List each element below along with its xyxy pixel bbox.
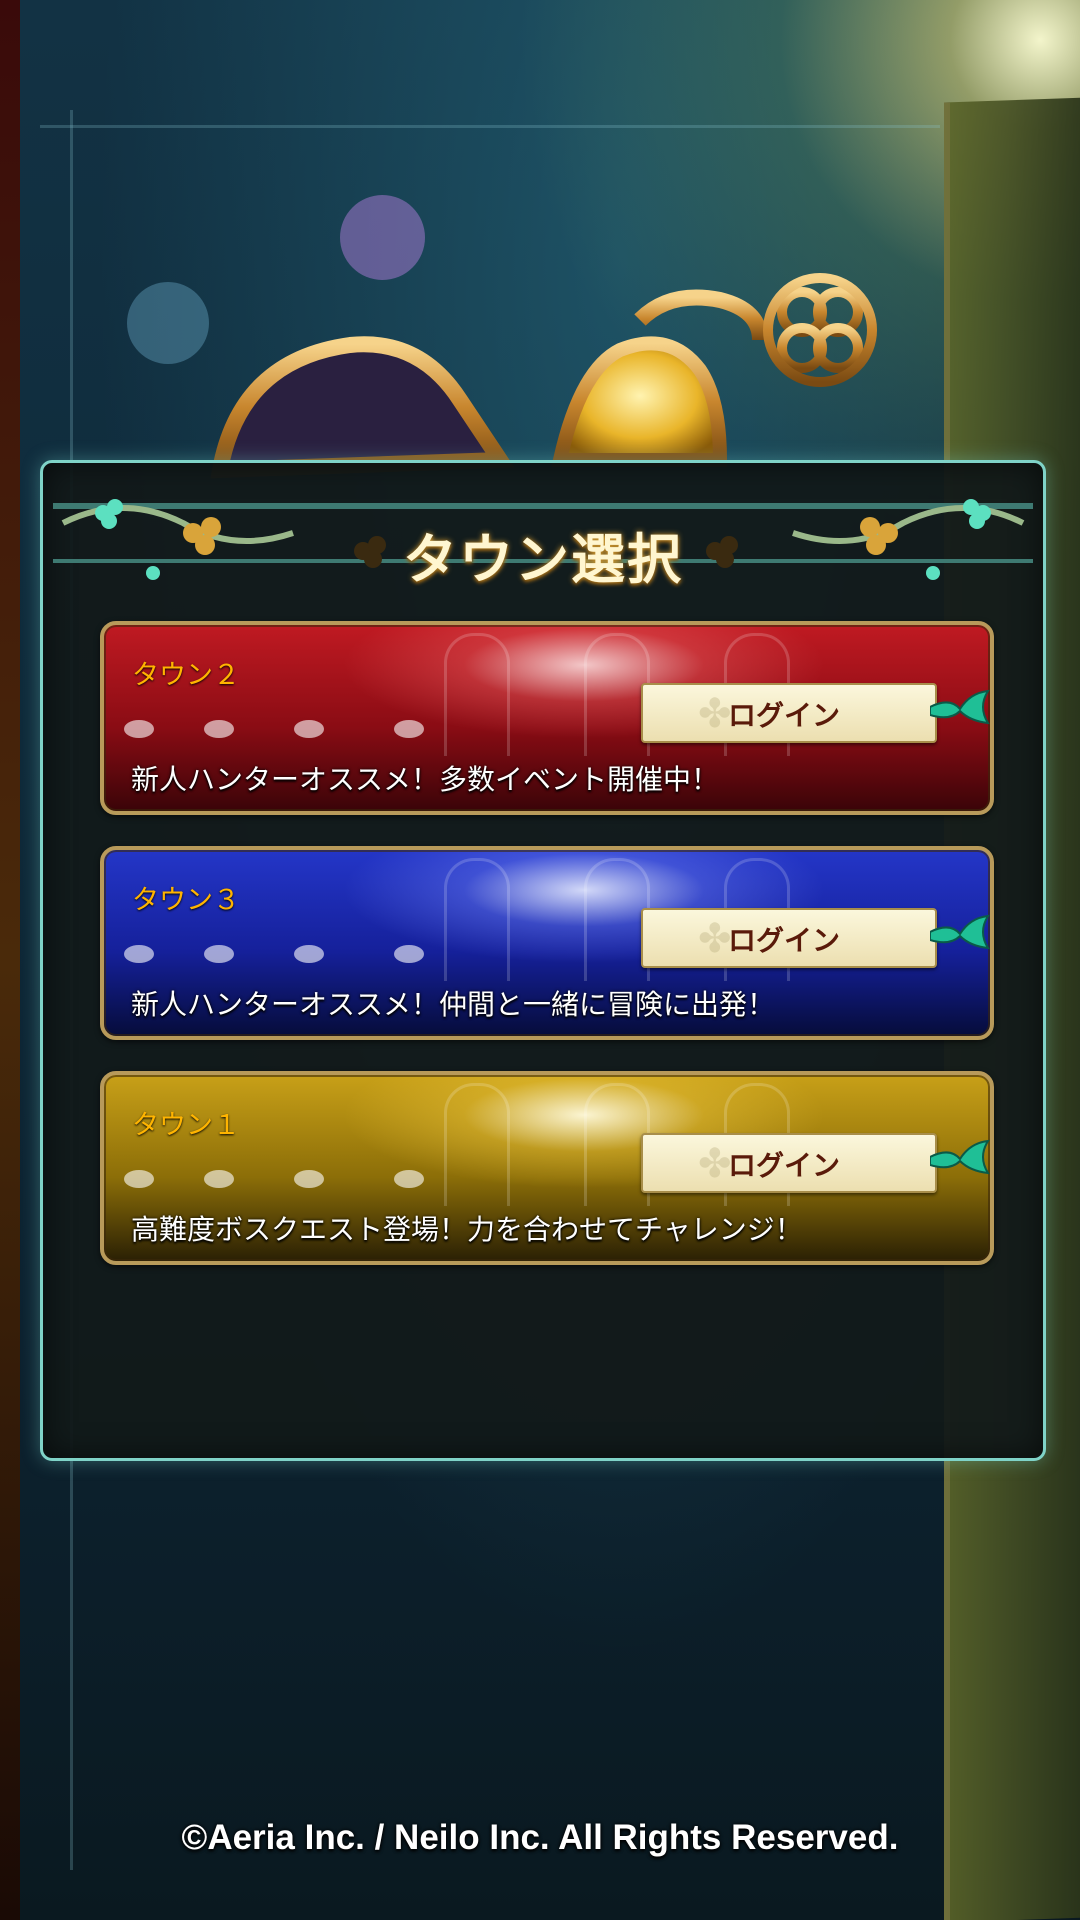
copyright-notice: ©Aeria Inc. / Neilo Inc. All Rights Rese… (181, 1818, 899, 1857)
light-dot (394, 945, 424, 963)
login-button[interactable]: ✤ ログイン (641, 683, 937, 743)
light-dot (124, 1170, 154, 1188)
town-select-screen: タウン選択 タウン２ ✤ ログイン 新人ハンターオススメ！多数イベント開催中！ (0, 0, 1080, 1920)
login-label: ログイン (727, 699, 840, 732)
town-card-2[interactable]: タウン２ ✤ ログイン 新人ハンターオススメ！多数イベント開催中！ (100, 621, 994, 815)
ribbon-icon (930, 914, 990, 950)
ribbon-icon (930, 689, 990, 725)
login-label: ログイン (727, 1149, 840, 1182)
ribbon-icon (930, 1139, 990, 1175)
light-dot (294, 945, 324, 963)
town-name: タウン３ (132, 885, 240, 916)
town-description: 高難度ボスクエスト登場！力を合わせてチャレンジ！ (131, 1213, 803, 1246)
town-name: タウン１ (132, 1110, 240, 1141)
light-dot (204, 1170, 234, 1188)
light-dot (124, 945, 154, 963)
background-frame-line (40, 125, 940, 128)
town-description: 新人ハンターオススメ！多数イベント開催中！ (131, 763, 720, 796)
town-select-panel: タウン選択 タウン２ ✤ ログイン 新人ハンターオススメ！多数イベント開催中！ (40, 460, 1046, 1461)
panel-header: タウン選択 (43, 463, 1043, 598)
light-dot (394, 1170, 424, 1188)
bokeh-light (127, 282, 209, 364)
light-dot (124, 720, 154, 738)
light-dot (204, 945, 234, 963)
login-button[interactable]: ✤ ログイン (641, 1133, 937, 1193)
light-dot (294, 720, 324, 738)
login-label: ログイン (727, 924, 840, 957)
town-card-1[interactable]: タウン１ ✤ ログイン 高難度ボスクエスト登場！力を合わせてチャレンジ！ (100, 1071, 994, 1265)
left-border-strip (0, 0, 20, 1920)
light-dot (294, 1170, 324, 1188)
town-card-3[interactable]: タウン３ ✤ ログイン 新人ハンターオススメ！仲間と一緒に冒険に出発！ (100, 846, 994, 1040)
town-name: タウン２ (132, 660, 240, 691)
login-button[interactable]: ✤ ログイン (641, 908, 937, 968)
panel-title: タウン選択 (403, 528, 683, 591)
light-dot (204, 720, 234, 738)
town-description: 新人ハンターオススメ！仲間と一緒に冒険に出発！ (131, 988, 776, 1021)
light-dot (394, 720, 424, 738)
